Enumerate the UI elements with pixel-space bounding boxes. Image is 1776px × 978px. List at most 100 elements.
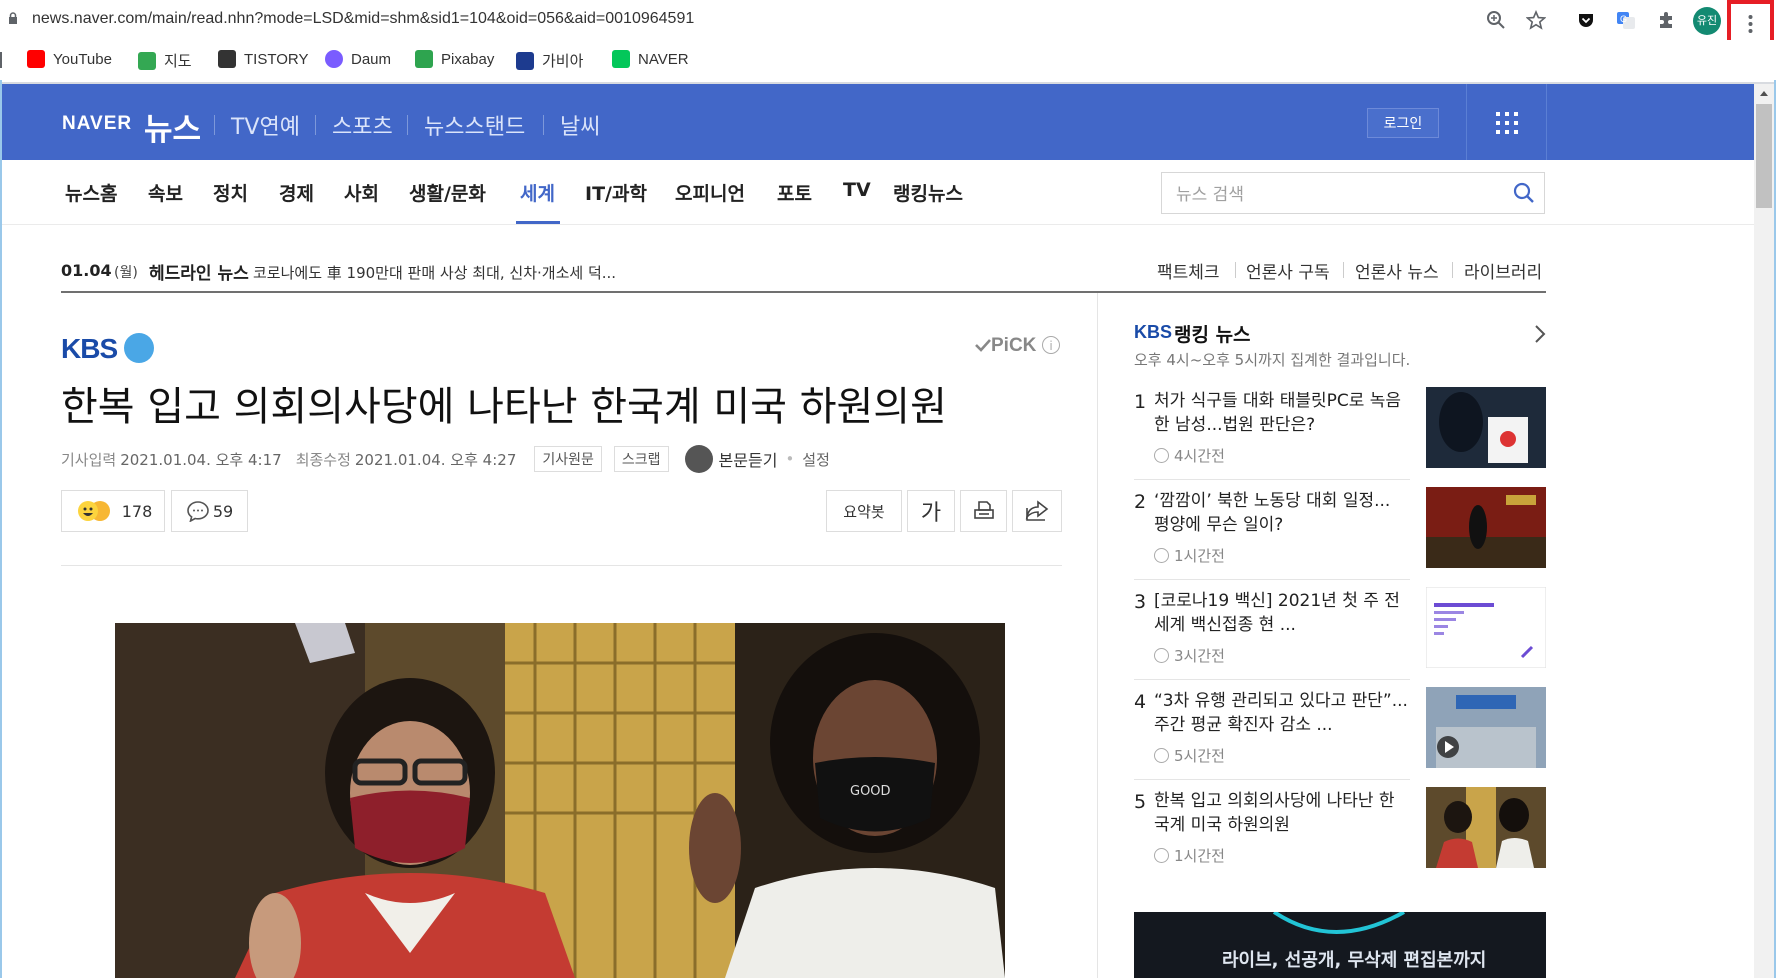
link-divider xyxy=(1452,262,1453,278)
section-life-culture[interactable]: 생활/문화 xyxy=(409,179,486,206)
comment-button[interactable]: 59 xyxy=(171,490,248,532)
check-icon xyxy=(975,339,991,352)
section-opinion[interactable]: 오피니언 xyxy=(675,179,745,206)
chevron-right-icon[interactable] xyxy=(1529,323,1551,345)
bookmark-daum[interactable]: Daum xyxy=(325,50,391,68)
login-button[interactable]: 로그인 xyxy=(1367,108,1439,138)
page-scrollbar[interactable] xyxy=(1754,84,1774,978)
article-photo[interactable]: GOOD xyxy=(115,623,1005,978)
ranking-item-thumbnail[interactable] xyxy=(1426,787,1546,868)
ranking-item-title[interactable]: ‘깜깜이’ 북한 노동당 대회 일정... 평양에 무슨 일이? xyxy=(1154,489,1409,537)
headline-border xyxy=(61,291,1546,293)
service-grid-icon[interactable] xyxy=(1496,112,1518,134)
today-weekday: (월) xyxy=(114,265,138,281)
reaction-button[interactable]: 178 xyxy=(61,490,165,532)
comment-icon xyxy=(187,501,209,522)
bookmark-pixabay[interactable]: Pixabay xyxy=(415,50,494,68)
search-icon[interactable] xyxy=(1512,181,1536,205)
info-icon[interactable]: i xyxy=(1042,336,1060,354)
header-nav-sports[interactable]: 스포츠 xyxy=(332,109,393,141)
article-meta: 기사입력 2021.01.04. 오후 4:17 최종수정 2021.01.04… xyxy=(61,445,830,473)
clock-icon xyxy=(1154,648,1169,663)
section-society[interactable]: 사회 xyxy=(344,179,379,206)
ranking-item[interactable]: 5 한복 입고 의회의사당에 나타난 한국계 미국 하원의원 1시간전 xyxy=(1134,787,1546,887)
ranking-item-title[interactable]: “3차 유행 관리되고 있다고 판단”...주간 평균 확진자 감소 ... xyxy=(1154,689,1409,737)
gabia-icon xyxy=(516,51,534,70)
ranking-item-thumbnail[interactable] xyxy=(1426,487,1546,568)
ranking-item-thumbnail[interactable] xyxy=(1426,387,1546,468)
ranking-divider xyxy=(1134,779,1410,780)
section-news-home[interactable]: 뉴스홈 xyxy=(65,179,117,206)
section-world[interactable]: 세계 xyxy=(520,179,555,206)
bookmark-tistory[interactable]: TISTORY xyxy=(218,50,308,68)
ranking-item-title[interactable]: 처가 식구들 대화 태블릿PC로 녹음한 남성...법원 판단은? xyxy=(1154,389,1409,437)
news-logo[interactable]: 뉴스 xyxy=(144,104,201,149)
press-logo[interactable]: KBS xyxy=(61,333,118,365)
header-divider xyxy=(214,115,215,135)
font-size-button[interactable]: 가 xyxy=(907,490,955,532)
bookmark-map[interactable]: 지도 xyxy=(138,50,192,71)
daum-icon xyxy=(325,50,343,68)
header-nav-tv[interactable]: TV연예 xyxy=(231,109,300,141)
extension-pocket-icon[interactable] xyxy=(1576,10,1596,30)
section-economy[interactable]: 경제 xyxy=(279,179,314,206)
url-text[interactable]: news.naver.com/main/read.nhn?mode=LSD&mi… xyxy=(32,10,694,28)
clock-icon xyxy=(1154,848,1169,863)
tistory-icon xyxy=(218,50,236,68)
bookmark-bar-edge xyxy=(0,52,2,68)
ranking-item-time: 1시간전 xyxy=(1154,545,1225,566)
emoji-reaction-icon xyxy=(77,501,110,521)
bookmark-youtube[interactable]: YouTube xyxy=(27,50,112,68)
section-breaking[interactable]: 속보 xyxy=(148,179,183,206)
ranking-divider xyxy=(1134,479,1410,480)
section-ranking[interactable]: 랭킹뉴스 xyxy=(893,179,963,206)
ranking-item-time: 3시간전 xyxy=(1154,645,1225,666)
naver-logo[interactable]: NAVER xyxy=(62,113,132,135)
scrollbar-thumb[interactable] xyxy=(1756,104,1772,208)
tts-button[interactable]: 본문듣기 xyxy=(684,445,777,473)
link-library[interactable]: 라이브러리 xyxy=(1464,258,1542,283)
print-button[interactable] xyxy=(960,490,1007,532)
ranking-item-title[interactable]: [코로나19 백신] 2021년 첫 주 전 세계 백신접종 현 ... xyxy=(1154,589,1409,637)
summary-bot-button[interactable]: 요약봇 xyxy=(826,490,902,532)
bookmark-gabia[interactable]: 가비아 xyxy=(516,50,583,71)
section-photo[interactable]: 포토 xyxy=(777,179,812,206)
ranking-item-thumbnail[interactable] xyxy=(1426,587,1546,668)
star-icon[interactable] xyxy=(1526,10,1546,30)
header-nav-weather[interactable]: 날씨 xyxy=(560,109,600,141)
ranking-item[interactable]: 4 “3차 유행 관리되고 있다고 판단”...주간 평균 확진자 감소 ...… xyxy=(1134,687,1546,787)
extensions-puzzle-icon[interactable] xyxy=(1656,10,1676,30)
link-divider xyxy=(1235,262,1236,278)
section-it-science[interactable]: IT/과학 xyxy=(585,179,647,206)
link-press-news[interactable]: 언론사 뉴스 xyxy=(1355,258,1439,283)
scroll-up-arrow-icon[interactable] xyxy=(1754,84,1774,104)
lock-icon xyxy=(9,12,17,24)
headline-news-link[interactable]: 코로나에도 車 190만대 판매 사상 최대, 신차·개소세 덕... xyxy=(253,262,616,283)
link-press-subscribe[interactable]: 언론사 구독 xyxy=(1246,258,1330,283)
ranking-item-thumbnail[interactable] xyxy=(1426,687,1546,768)
translate-icon[interactable]: G xyxy=(1616,10,1636,30)
print-icon xyxy=(973,501,994,519)
tts-settings-link[interactable]: 설정 xyxy=(802,449,830,470)
article-header-border xyxy=(61,565,1062,566)
section-politics[interactable]: 정치 xyxy=(213,179,248,206)
original-article-button[interactable]: 기사원문 xyxy=(534,446,602,472)
ranking-item[interactable]: 3 [코로나19 백신] 2021년 첫 주 전 세계 백신접종 현 ... 3… xyxy=(1134,587,1546,687)
header-nav-newsstand[interactable]: 뉴스스탠드 xyxy=(424,109,525,141)
link-factcheck[interactable]: 팩트체크 xyxy=(1157,258,1220,283)
share-button[interactable] xyxy=(1012,490,1062,532)
profile-avatar[interactable]: 유진 xyxy=(1693,7,1721,35)
ranking-press-name[interactable]: KBS xyxy=(1134,322,1172,343)
scrap-button[interactable]: 스크랩 xyxy=(613,446,669,472)
ranking-item[interactable]: 2 ‘깜깜이’ 북한 노동당 대회 일정... 평양에 무슨 일이? 1시간전 xyxy=(1134,487,1546,587)
modified-label: 최종수정 xyxy=(295,450,351,469)
header-divider xyxy=(407,115,408,135)
zoom-icon[interactable] xyxy=(1486,10,1506,30)
ranking-item[interactable]: 1 처가 식구들 대화 태블릿PC로 녹음한 남성...법원 판단은? 4시간전 xyxy=(1134,387,1546,487)
news-search-input[interactable] xyxy=(1174,182,1478,208)
more-vert-icon xyxy=(1748,15,1753,33)
ranking-title[interactable]: 랭킹 뉴스 xyxy=(1174,320,1251,347)
section-tv[interactable]: TV xyxy=(843,179,871,201)
bookmark-naver[interactable]: NAVER xyxy=(612,50,689,68)
ranking-item-title[interactable]: 한복 입고 의회의사당에 나타난 한국계 미국 하원의원 xyxy=(1154,789,1409,837)
